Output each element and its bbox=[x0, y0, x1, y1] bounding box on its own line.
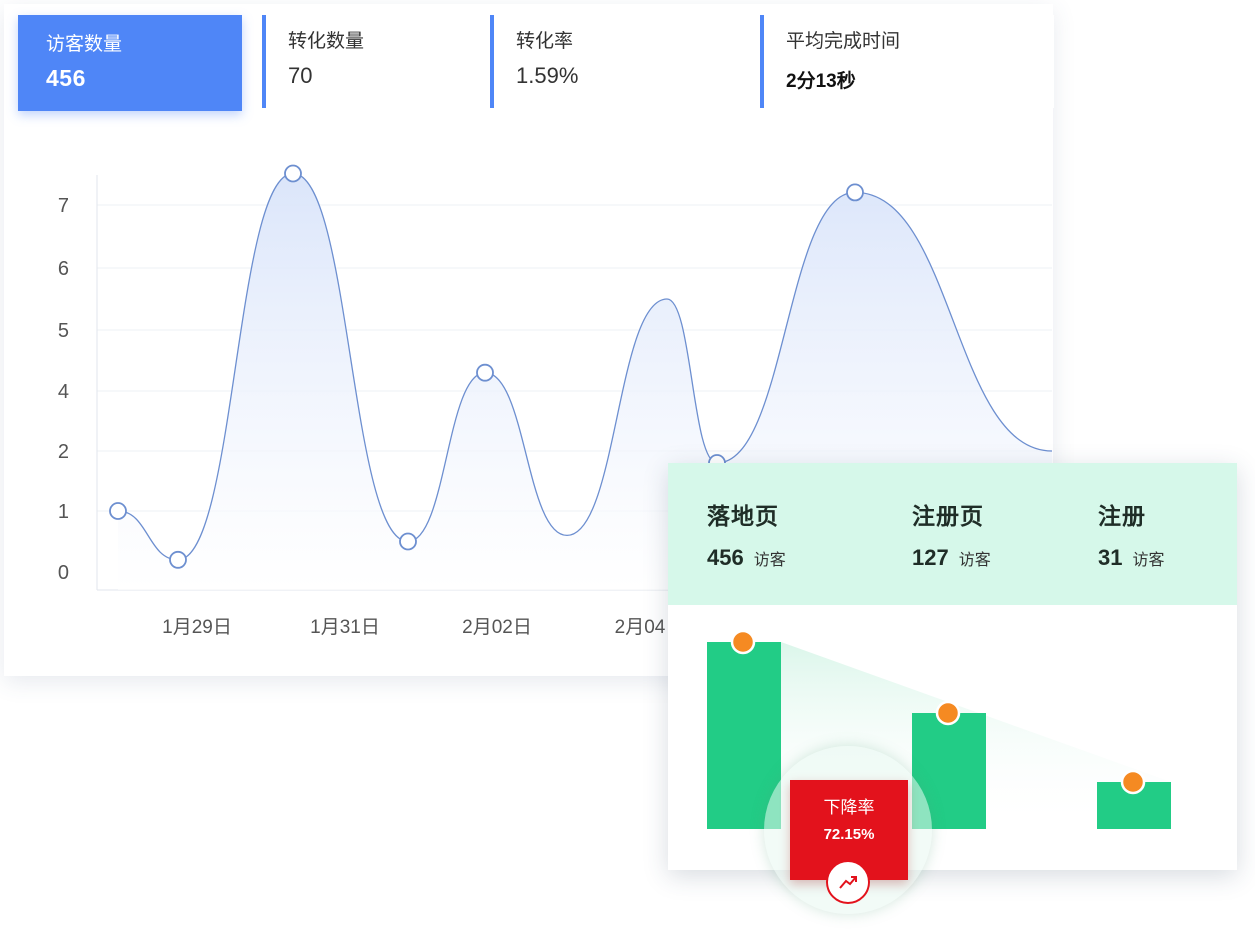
stage-count: 456 bbox=[707, 545, 744, 570]
stage-name: 注册 bbox=[1098, 503, 1146, 529]
data-point-marker[interactable] bbox=[169, 550, 187, 569]
conversion-funnel-card: 落地页 456 访客 注册页 127 访客 注册 31 访客 bbox=[668, 463, 1237, 870]
data-point-marker[interactable] bbox=[476, 363, 494, 382]
funnel-header: 落地页 456 访客 注册页 127 访客 注册 31 访客 bbox=[668, 463, 1237, 605]
x-tick-label: 2月04 bbox=[615, 617, 666, 638]
y-tick-label: 1 bbox=[58, 501, 69, 523]
stage-count: 31 bbox=[1098, 545, 1123, 570]
y-tick-label: 4 bbox=[58, 381, 69, 403]
stage-unit: 访客 bbox=[753, 552, 786, 569]
y-tick-label: 0 bbox=[58, 562, 69, 584]
funnel-stage-register[interactable]: 注册 31 访客 bbox=[1098, 497, 1165, 571]
y-tick-label: 2 bbox=[58, 441, 69, 463]
stage-name: 注册页 bbox=[912, 503, 984, 529]
y-tick-label: 7 bbox=[58, 195, 69, 217]
stage-unit: 访客 bbox=[1132, 552, 1165, 569]
stage-unit: 访客 bbox=[958, 552, 991, 569]
data-point-marker[interactable] bbox=[284, 164, 302, 183]
data-point-marker[interactable] bbox=[399, 532, 417, 551]
data-point-marker[interactable] bbox=[109, 502, 127, 520]
data-point-marker[interactable] bbox=[846, 183, 864, 202]
drop-rate-label: 下降率 bbox=[823, 798, 875, 817]
funnel-stage-register-page[interactable]: 注册页 127 访客 bbox=[912, 497, 991, 571]
y-tick-label: 5 bbox=[58, 320, 69, 342]
drop-rate-value: 72.15% bbox=[823, 826, 875, 843]
stage-count: 127 bbox=[912, 545, 949, 570]
stage-name: 落地页 bbox=[707, 503, 779, 529]
x-tick-label: 2月02日 bbox=[462, 617, 532, 638]
x-tick-label: 1月29日 bbox=[162, 617, 232, 638]
trend-up-button[interactable] bbox=[826, 860, 870, 904]
y-tick-label: 6 bbox=[58, 258, 69, 280]
trend-up-icon bbox=[839, 876, 857, 889]
funnel-stage-landing[interactable]: 落地页 456 访客 bbox=[707, 497, 786, 571]
x-tick-label: 1月31日 bbox=[310, 617, 380, 638]
